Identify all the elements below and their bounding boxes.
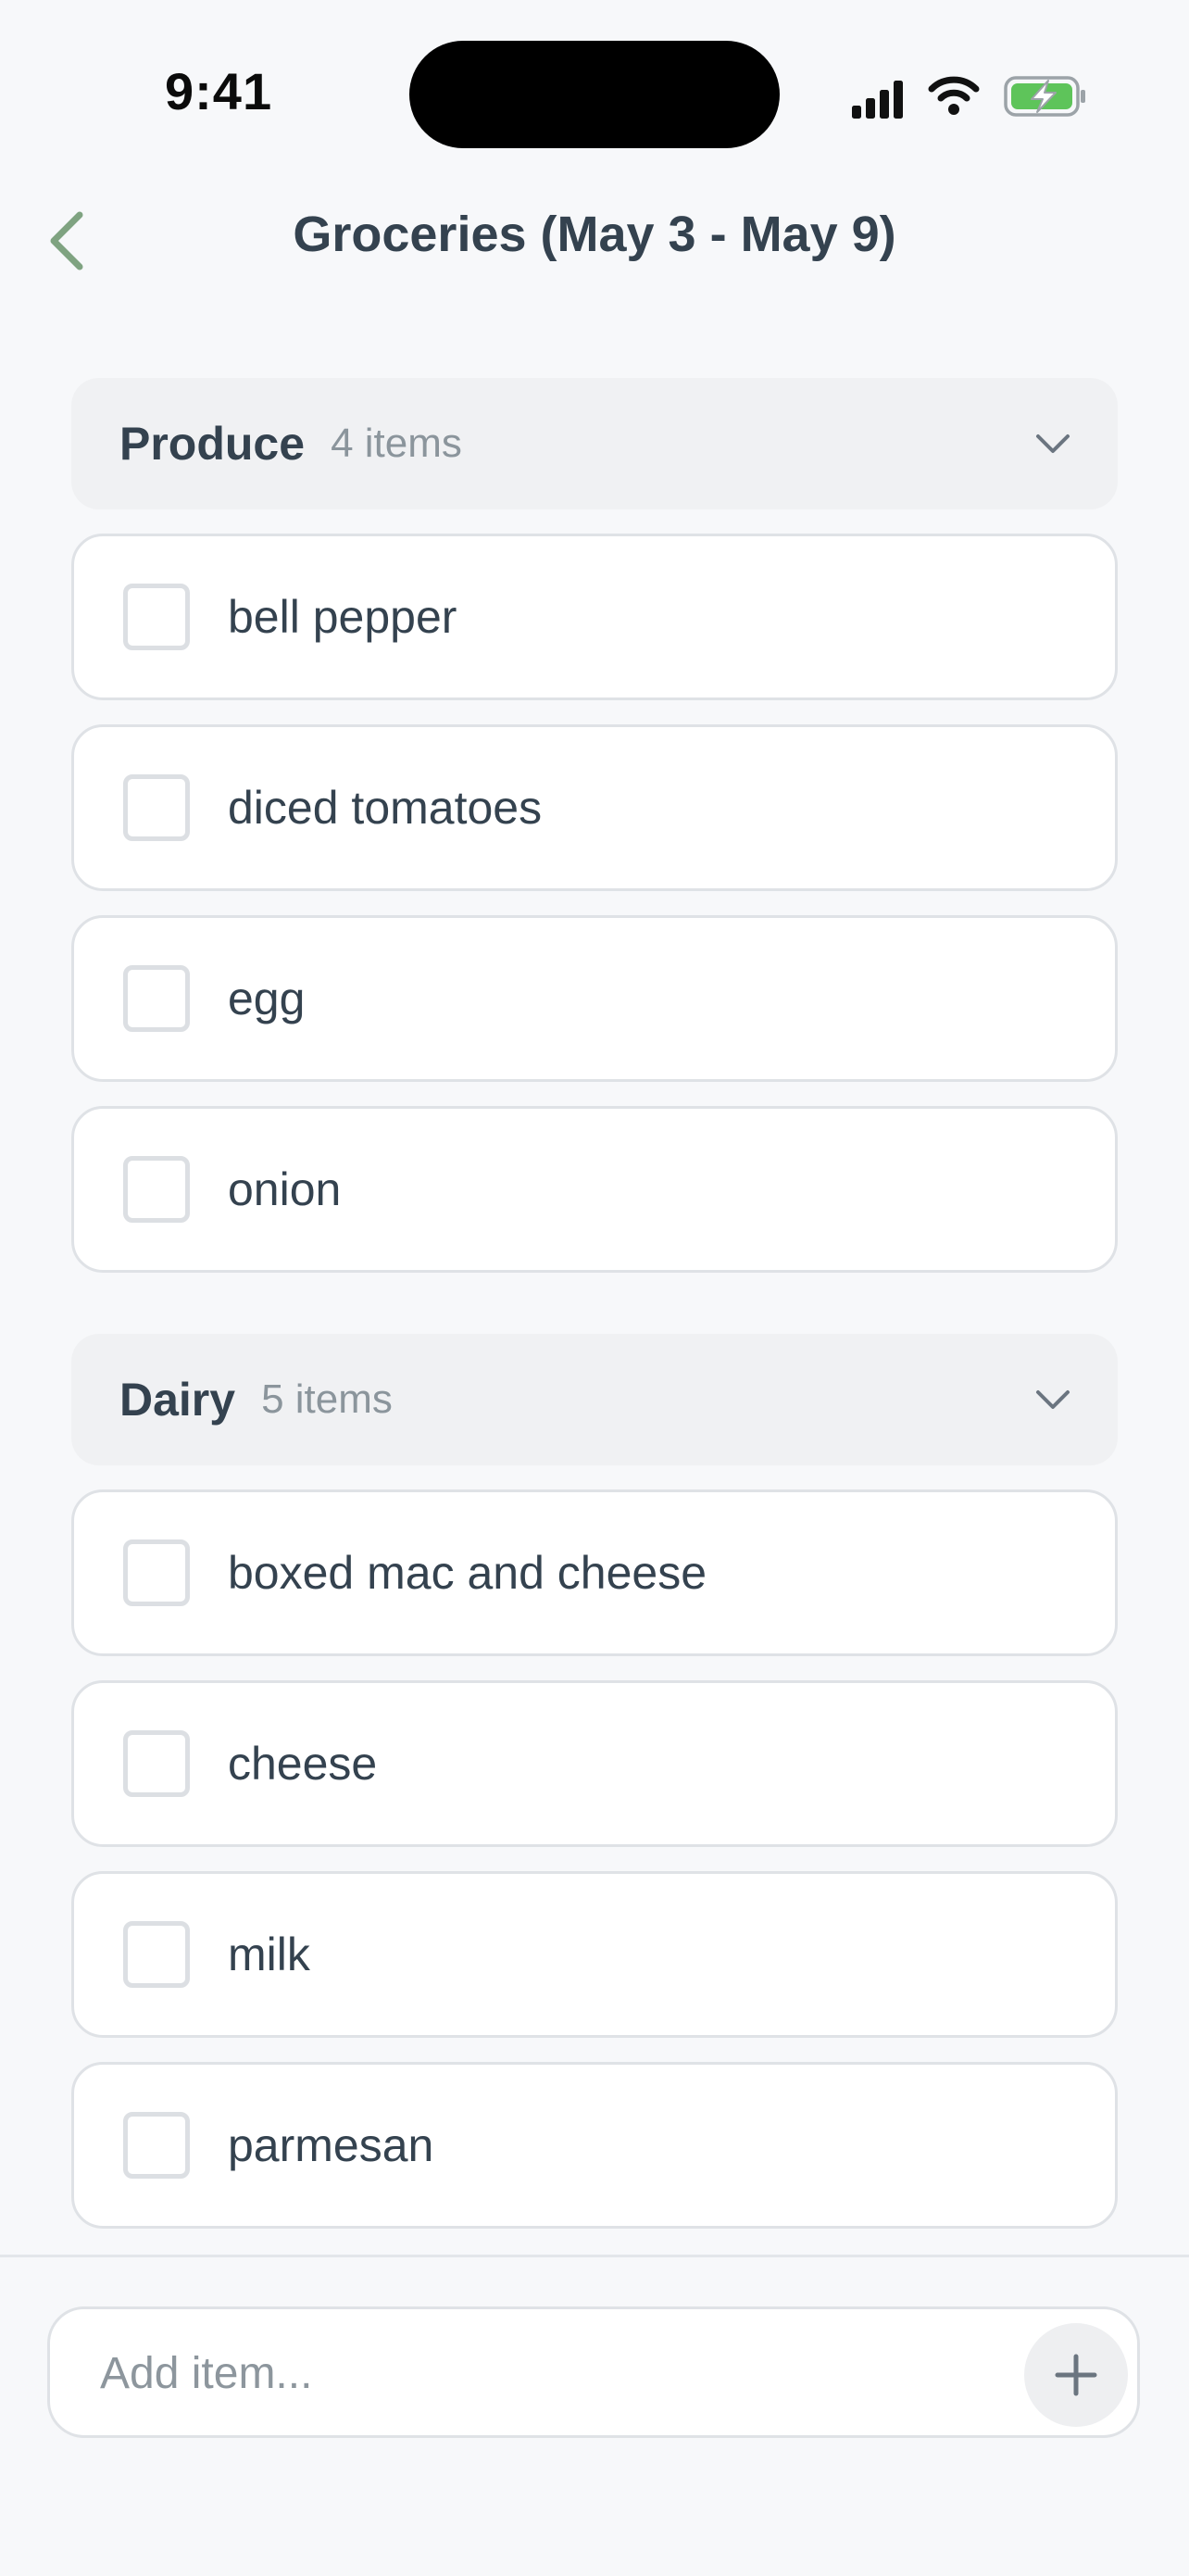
status-bar: 9:41: [0, 0, 1189, 185]
list-item[interactable]: egg: [71, 915, 1118, 1082]
nav-header: Groceries (May 3 - May 9): [0, 185, 1189, 296]
item-label: milk: [228, 1929, 310, 1980]
add-item-input[interactable]: [98, 2309, 1028, 2437]
item-checkbox[interactable]: [123, 1539, 190, 1606]
item-checkbox[interactable]: [123, 965, 190, 1032]
item-label: egg: [228, 973, 306, 1024]
section-name: Dairy: [119, 1374, 236, 1426]
list-item[interactable]: bell pepper: [71, 534, 1118, 700]
plus-icon: [1055, 2354, 1097, 2396]
list-item[interactable]: boxed mac and cheese: [71, 1489, 1118, 1656]
item-checkbox[interactable]: [123, 774, 190, 841]
item-checkbox[interactable]: [123, 584, 190, 650]
battery-charging-icon: [1004, 76, 1085, 117]
cellular-signal-icon: [852, 81, 903, 119]
item-checkbox[interactable]: [123, 2112, 190, 2179]
chevron-down-icon[interactable]: [1033, 423, 1073, 464]
section-name: Produce: [119, 418, 306, 470]
item-label: cheese: [228, 1738, 378, 1790]
item-label: boxed mac and cheese: [228, 1547, 707, 1599]
page-title: Groceries (May 3 - May 9): [293, 207, 896, 262]
list-item[interactable]: cheese: [71, 1680, 1118, 1847]
add-item-bar: [0, 2255, 1189, 2576]
chevron-down-icon[interactable]: [1033, 1379, 1073, 1420]
item-checkbox[interactable]: [123, 1156, 190, 1223]
dynamic-island: [409, 41, 780, 148]
section-header-produce[interactable]: Produce 4 items: [71, 378, 1118, 509]
list-item[interactable]: parmesan: [71, 2062, 1118, 2229]
item-label: onion: [228, 1163, 342, 1215]
item-checkbox[interactable]: [123, 1730, 190, 1797]
item-label: parmesan: [228, 2119, 434, 2171]
status-icons: [852, 76, 1085, 119]
list-item[interactable]: onion: [71, 1106, 1118, 1273]
add-item-field: [47, 2306, 1140, 2438]
item-checkbox[interactable]: [123, 1921, 190, 1988]
item-label: diced tomatoes: [228, 782, 543, 834]
status-time: 9:41: [165, 62, 273, 120]
section-header-dairy[interactable]: Dairy 5 items: [71, 1334, 1118, 1465]
list-item[interactable]: diced tomatoes: [71, 724, 1118, 891]
list-item[interactable]: milk: [71, 1871, 1118, 2038]
item-label: bell pepper: [228, 591, 457, 643]
wifi-icon: [928, 76, 980, 115]
section-count: 5 items: [261, 1376, 393, 1422]
add-item-button[interactable]: [1024, 2323, 1128, 2427]
grocery-list: Produce 4 items bell pepper diced tomato…: [71, 378, 1118, 2229]
section-count: 4 items: [331, 421, 462, 466]
